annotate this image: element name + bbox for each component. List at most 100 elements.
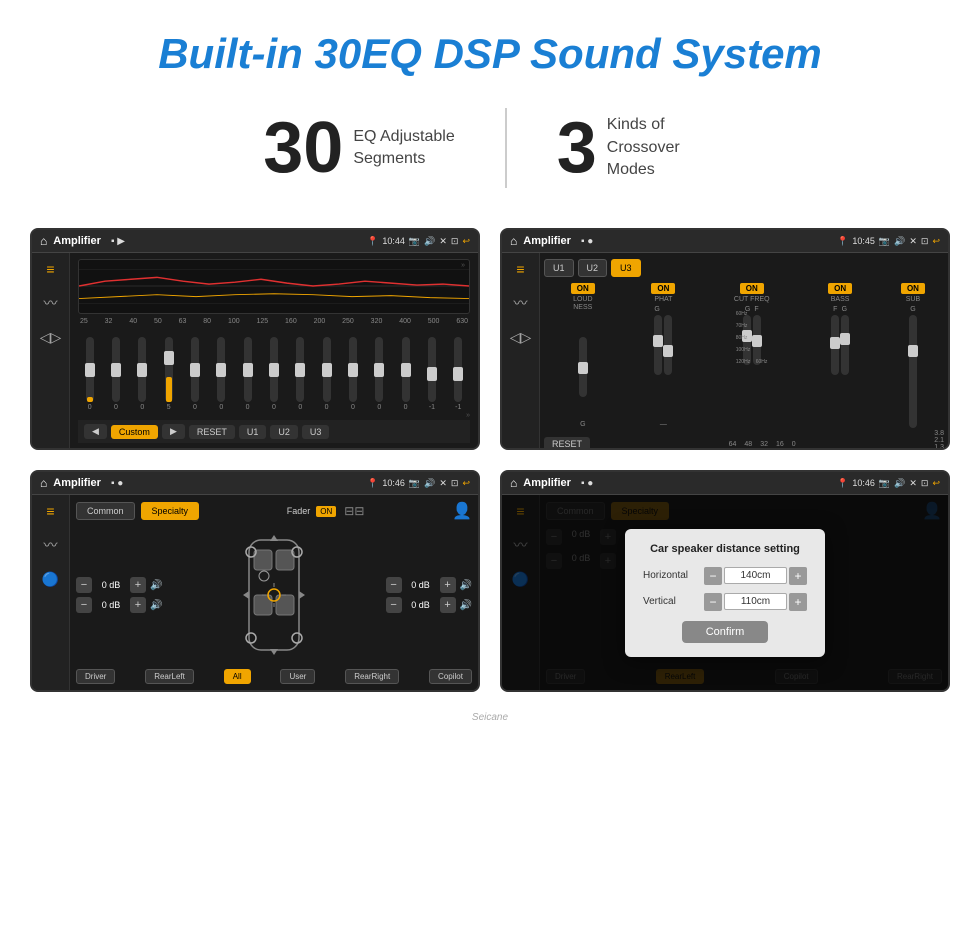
db-plus-lb[interactable]: +	[130, 597, 146, 613]
eq-slider-15[interactable]: -1	[447, 337, 470, 411]
db-minus-rt[interactable]: −	[386, 577, 402, 593]
db-val-lt: 0 dB	[96, 580, 126, 590]
eq-slider-2[interactable]: 0	[104, 337, 127, 411]
screen2-appname: Amplifier	[523, 235, 571, 247]
home-icon-2[interactable]: ⌂	[510, 234, 517, 248]
eq-slider-14[interactable]: -1	[420, 337, 443, 411]
screen4-content: ≡ 〰 🔵 Common Specialty 👤 − 0 dB + − 0 dB	[502, 495, 948, 690]
db-plus-rt[interactable]: +	[440, 577, 456, 593]
loudness-on[interactable]: ON	[571, 283, 595, 294]
loudness-label: LOUDNESS	[573, 296, 592, 313]
eq-slider-11[interactable]: 0	[341, 337, 364, 411]
sub-on[interactable]: ON	[901, 283, 925, 294]
user-btn[interactable]: User	[280, 669, 315, 684]
u2-btn[interactable]: U2	[270, 425, 298, 439]
cutfreq-on[interactable]: ON	[740, 283, 764, 294]
eq-slider-3[interactable]: 0	[131, 337, 154, 411]
db-val-rb: 0 dB	[406, 600, 436, 610]
crossover-area: U1 U2 U3 ON LOUDNESS G	[540, 253, 948, 448]
horizontal-ctrl: − 140cm +	[704, 567, 807, 585]
wave-icon-3[interactable]: 〰	[44, 535, 58, 555]
eq-slider-13[interactable]: 0	[394, 337, 417, 411]
db-plus-lt[interactable]: +	[130, 577, 146, 593]
home-icon-4[interactable]: ⌂	[510, 476, 517, 490]
spk-icon-rt: 🔊	[460, 580, 472, 591]
eq-slider-1[interactable]: 0	[78, 337, 101, 411]
horizontal-row: Horizontal − 140cm +	[643, 567, 807, 585]
bt-icon-3[interactable]: 🔵	[42, 571, 59, 588]
loudness-slider[interactable]	[579, 337, 587, 397]
eq-slider-7[interactable]: 0	[236, 337, 259, 411]
vertical-row: Vertical − 110cm +	[643, 593, 807, 611]
cam-icon-4: 📷	[879, 478, 890, 489]
screen4-rec-icon: ▪ ●	[581, 478, 593, 489]
db-plus-rb[interactable]: +	[440, 597, 456, 613]
wave-icon-2[interactable]: 〰	[514, 293, 528, 313]
play-btn[interactable]: ▶	[162, 424, 185, 439]
phat-slider2[interactable]	[664, 315, 672, 375]
eq-bottom-bar: ◀ Custom ▶ RESET U1 U2 U3	[78, 420, 470, 443]
all-btn[interactable]: All	[224, 669, 251, 684]
vol-ctrl-icon-2[interactable]: ◁▷	[510, 329, 532, 346]
screen-fader: ⌂ Amplifier ▪ ● 📍 10:46 📷 🔊 ✕ ⊡ ↩ ≡ 〰 🔵	[30, 470, 480, 692]
horizontal-minus[interactable]: −	[704, 567, 722, 585]
db-val-lb: 0 dB	[96, 600, 126, 610]
home-icon-3[interactable]: ⌂	[40, 476, 47, 490]
car-diagram	[172, 525, 375, 665]
db-minus-rb[interactable]: −	[386, 597, 402, 613]
rearleft-btn[interactable]: RearLeft	[145, 669, 194, 684]
bass-slider2[interactable]	[841, 315, 849, 375]
sub-slider[interactable]	[909, 315, 917, 428]
u2-preset[interactable]: U2	[578, 259, 608, 277]
screen1-statusbar: ⌂ Amplifier ▪ ▶ 📍 10:44 📷 🔊 ✕ ⊡ ↩	[32, 230, 478, 253]
eq-icon[interactable]: ≡	[46, 261, 54, 277]
prev-btn[interactable]: ◀	[84, 424, 107, 439]
confirm-button[interactable]: Confirm	[682, 621, 769, 643]
home-icon[interactable]: ⌂	[40, 234, 47, 248]
phat-slider1[interactable]	[654, 315, 662, 375]
screen1-sidebar: ≡ 〰 ◁▷	[32, 253, 70, 448]
person-icon: 👤	[452, 501, 472, 521]
screen3-rec-icon: ▪ ●	[111, 478, 123, 489]
db-minus-lt[interactable]: −	[76, 577, 92, 593]
db-minus-lb[interactable]: −	[76, 597, 92, 613]
horizontal-plus[interactable]: +	[789, 567, 807, 585]
u1-btn[interactable]: U1	[239, 425, 267, 439]
driver-btn[interactable]: Driver	[76, 669, 115, 684]
common-tab[interactable]: Common	[76, 502, 135, 520]
bass-on[interactable]: ON	[828, 283, 852, 294]
vertical-minus[interactable]: −	[704, 593, 722, 611]
eq-slider-4[interactable]: 5	[157, 337, 180, 411]
u3-btn[interactable]: U3	[302, 425, 330, 439]
cutfreq-slider2[interactable]: 60Hz	[753, 315, 761, 365]
cutfreq-slider1[interactable]: 120Hz 100Hz 80Hz 70Hz 60Hz	[743, 315, 751, 365]
stat-eq-number: 30	[263, 112, 343, 184]
eq-slider-12[interactable]: 0	[368, 337, 391, 411]
screen4-status-icons: 📍 10:46 📷 🔊 ✕ ⊡ ↩	[837, 478, 940, 489]
rearright-btn[interactable]: RearRight	[345, 669, 399, 684]
u3-preset[interactable]: U3	[611, 259, 641, 277]
u1-preset[interactable]: U1	[544, 259, 574, 277]
eq-slider-8[interactable]: 0	[262, 337, 285, 411]
sub-area: G	[909, 306, 917, 428]
bass-slider1[interactable]	[831, 315, 839, 375]
eq-icon-3[interactable]: ≡	[46, 503, 54, 519]
eq-slider-10[interactable]: 0	[315, 337, 338, 411]
screen2-content: ≡ 〰 ◁▷ U1 U2 U3 ON LOUDNESS	[502, 253, 948, 448]
custom-btn[interactable]: Custom	[111, 425, 158, 439]
crossover-reset[interactable]: RESET	[544, 437, 590, 450]
wave-icon[interactable]: 〰	[44, 293, 58, 313]
eq-slider-6[interactable]: 0	[210, 337, 233, 411]
screens-grid: ⌂ Amplifier ▪ ▶ 📍 10:44 📷 🔊 ✕ ⊡ ↩ ≡ 〰 ◁▷	[0, 218, 980, 712]
copilot-btn[interactable]: Copilot	[429, 669, 472, 684]
specialty-tab[interactable]: Specialty	[141, 502, 200, 520]
screen1-appname: Amplifier	[53, 235, 101, 247]
eq-slider-9[interactable]: 0	[289, 337, 312, 411]
eq-icon-2[interactable]: ≡	[516, 261, 524, 277]
reset-btn[interactable]: RESET	[189, 425, 235, 439]
fader-on[interactable]: ON	[316, 506, 336, 517]
eq-slider-5[interactable]: 0	[183, 337, 206, 411]
vertical-plus[interactable]: +	[789, 593, 807, 611]
vol-ctrl-icon[interactable]: ◁▷	[40, 329, 62, 346]
phat-on[interactable]: ON	[651, 283, 675, 294]
